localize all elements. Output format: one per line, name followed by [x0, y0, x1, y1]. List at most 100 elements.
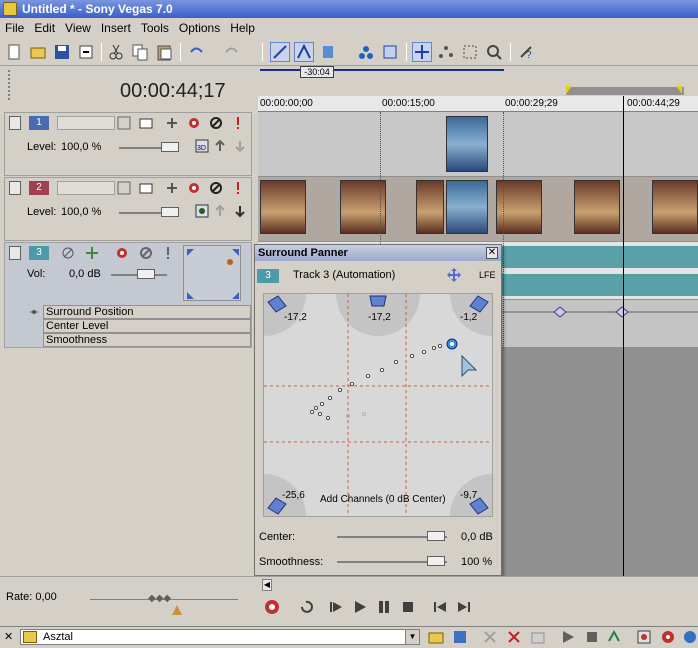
solo-icon[interactable]: [231, 116, 245, 130]
envelope-row-smoothness[interactable]: Smoothness: [43, 333, 251, 347]
playhead-cursor[interactable]: [623, 96, 624, 576]
motion-blur-icon[interactable]: [117, 116, 131, 130]
envelope-row-center-level[interactable]: Center Level: [43, 319, 251, 333]
media-manager-icon[interactable]: [660, 629, 676, 645]
new-icon[interactable]: [4, 42, 24, 62]
cut-icon[interactable]: [106, 42, 126, 62]
minimize-track-button[interactable]: [9, 181, 21, 195]
explorer-path-dropdown[interactable]: Asztal ▼: [20, 629, 420, 645]
track-motion-icon[interactable]: [139, 181, 153, 195]
close-icon[interactable]: ✕: [486, 247, 498, 259]
undo-icon[interactable]: [186, 42, 206, 62]
play-icon[interactable]: [352, 599, 368, 615]
track-lane-1[interactable]: [258, 112, 698, 177]
open-icon[interactable]: [28, 42, 48, 62]
video-clip-1[interactable]: [446, 116, 488, 172]
track-lane-2[interactable]: [258, 177, 698, 242]
new-folder-icon[interactable]: [530, 629, 546, 645]
auto-ripple-icon[interactable]: [294, 42, 314, 62]
level-slider-thumb[interactable]: [161, 207, 179, 217]
envelope-row-surround-position[interactable]: Surround Position: [43, 305, 251, 319]
minimize-track-button[interactable]: [9, 246, 21, 260]
normal-edit-tool-icon[interactable]: [412, 42, 432, 62]
menu-options[interactable]: Options: [174, 21, 225, 35]
scroll-left-icon[interactable]: ◀: [262, 579, 272, 591]
arrow-up-icon[interactable]: [213, 204, 227, 218]
move-icon[interactable]: [447, 268, 461, 282]
paste-icon[interactable]: [154, 42, 174, 62]
surround-pan-mini[interactable]: [183, 245, 241, 301]
compositing-icon[interactable]: [165, 181, 179, 195]
mute-icon[interactable]: [209, 181, 223, 195]
surround-pan-area[interactable]: -17,2 -17,2 -1,2 -25,6 -9,7 Add Channels…: [263, 293, 493, 517]
go-to-start-icon[interactable]: [432, 599, 448, 615]
snap-icon[interactable]: [270, 42, 290, 62]
menu-insert[interactable]: Insert: [96, 21, 136, 35]
lfe-toggle[interactable]: LFE: [479, 270, 496, 280]
save-icon[interactable]: [52, 42, 72, 62]
minimize-track-button[interactable]: [9, 116, 21, 130]
solo-icon[interactable]: [161, 246, 175, 260]
arrow-down-icon[interactable]: [233, 204, 247, 218]
envelope-toggle-icon[interactable]: [29, 307, 39, 317]
zoom-tool-icon[interactable]: [484, 42, 504, 62]
menu-file[interactable]: File: [0, 21, 29, 35]
composite-child-icon[interactable]: [195, 204, 209, 218]
crossfade-icon[interactable]: [380, 42, 400, 62]
menu-view[interactable]: View: [60, 21, 96, 35]
envelope-tool-icon[interactable]: [436, 42, 456, 62]
arrow-up-icon[interactable]: [213, 139, 227, 153]
play-from-start-icon[interactable]: [328, 599, 344, 615]
group-icon[interactable]: [356, 42, 376, 62]
up-folder-icon[interactable]: [428, 629, 444, 645]
chevron-down-icon[interactable]: ▼: [405, 630, 419, 644]
smoothness-slider-thumb[interactable]: [427, 556, 445, 566]
go-to-end-icon[interactable]: [456, 599, 472, 615]
track-name-field[interactable]: [57, 116, 115, 130]
region-end-marker[interactable]: [676, 86, 682, 94]
track-header-3[interactable]: 3 Vol: 0,0 dB Surround Position Center L…: [4, 242, 252, 348]
volume-slider-thumb[interactable]: [137, 269, 155, 279]
render-icon[interactable]: [76, 42, 96, 62]
help-icon[interactable]: ?: [516, 42, 536, 62]
loop-region-bar[interactable]: [260, 69, 504, 71]
stop-icon[interactable]: [400, 599, 416, 615]
menu-tools[interactable]: Tools: [136, 21, 174, 35]
track-fx-icon[interactable]: [187, 116, 201, 130]
center-slider-thumb[interactable]: [427, 531, 445, 541]
selection-region[interactable]: [566, 87, 684, 95]
track-header-1[interactable]: 1 Level: 100,0 % 3D: [4, 112, 252, 176]
rate-slider-thumb[interactable]: ◆◆◆: [148, 593, 176, 605]
track-motion-icon[interactable]: [139, 116, 153, 130]
delete-icon[interactable]: [506, 629, 522, 645]
lock-envelopes-icon[interactable]: [318, 42, 338, 62]
track-fx-icon[interactable]: [187, 181, 201, 195]
track-name-field[interactable]: [57, 181, 115, 195]
track-header-2[interactable]: 2 Level: 100,0 %: [4, 177, 252, 241]
pause-icon[interactable]: [376, 599, 392, 615]
level-slider-thumb[interactable]: [161, 142, 179, 152]
redo-icon[interactable]: [222, 42, 242, 62]
refresh-icon[interactable]: [452, 629, 468, 645]
preview-stop-icon[interactable]: [584, 629, 600, 645]
track-fx-icon[interactable]: [115, 246, 129, 260]
dock-grip[interactable]: [8, 70, 12, 100]
auto-preview-icon[interactable]: [606, 629, 622, 645]
loop-playback-icon[interactable]: [298, 599, 314, 615]
automation-icon[interactable]: [85, 246, 99, 260]
globe-icon[interactable]: [682, 629, 698, 645]
region-start-marker[interactable]: [566, 86, 572, 94]
solo-icon[interactable]: [231, 181, 245, 195]
menu-edit[interactable]: Edit: [29, 21, 60, 35]
selection-tool-icon[interactable]: [460, 42, 480, 62]
cut-icon[interactable]: [482, 629, 498, 645]
copy-icon[interactable]: [130, 42, 150, 62]
record-icon[interactable]: [264, 599, 280, 615]
arrow-down-icon[interactable]: [233, 139, 247, 153]
preview-play-icon[interactable]: [560, 629, 576, 645]
3d-icon[interactable]: 3D: [195, 139, 209, 153]
views-icon[interactable]: [636, 629, 652, 645]
menu-help[interactable]: Help: [225, 21, 260, 35]
motion-blur-icon[interactable]: [117, 181, 131, 195]
mute-icon[interactable]: [209, 116, 223, 130]
